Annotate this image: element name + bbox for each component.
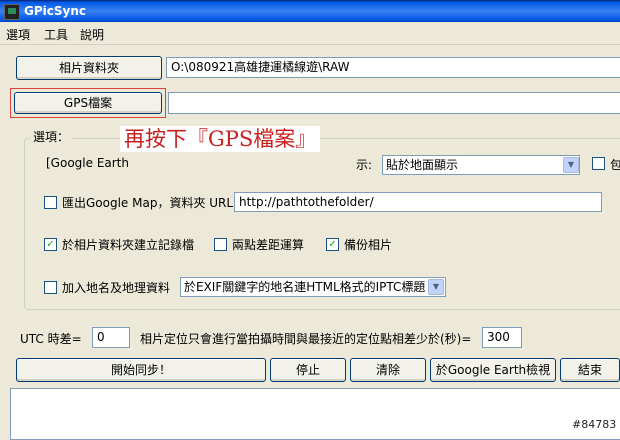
dropdown-arrow-icon[interactable]: ▼: [428, 279, 444, 295]
google-map-checkbox[interactable]: [44, 196, 57, 209]
menu-options[interactable]: 選項: [6, 26, 30, 43]
start-sync-button[interactable]: 開始同步！: [16, 358, 266, 382]
time-diff-input[interactable]: 300: [482, 327, 522, 348]
distance-calc-checkbox[interactable]: [214, 238, 227, 251]
clear-button[interactable]: 清除: [350, 358, 426, 382]
annotation-text: 再按下『GPS檔案』: [120, 126, 321, 152]
display-mode-dropdown[interactable]: 貼於地面顯示: [382, 155, 580, 175]
extra-checkbox-label: 包: [610, 158, 620, 172]
display-label: 示:: [356, 158, 373, 172]
google-map-url-input[interactable]: http://pathtothefolder/: [234, 192, 602, 212]
view-google-earth-button[interactable]: 於Google Earth檢視: [430, 358, 556, 382]
extra-checkbox[interactable]: [592, 157, 605, 170]
distance-calc-label: 兩點差距運算: [232, 238, 305, 252]
title-bar: GPicSync: [0, 0, 620, 22]
highlight-box: [10, 88, 166, 118]
utc-offset-input[interactable]: 0: [92, 327, 130, 348]
photo-folder-button[interactable]: 相片資料夾: [16, 56, 162, 80]
google-earth-label: [Google Earth: [46, 156, 129, 170]
google-map-label: 匯出Google Map，資料夾 URL=: [62, 196, 244, 210]
geonames-dropdown-value: 於EXIF關鍵字的地名連HTML格式的IPTC標題: [184, 280, 426, 294]
exit-button[interactable]: 結束: [560, 358, 620, 382]
stop-button[interactable]: 停止: [270, 358, 346, 382]
geonames-label: 加入地名及地理資料: [62, 281, 171, 295]
geonames-dropdown[interactable]: 於EXIF關鍵字的地名連HTML格式的IPTC標題: [180, 277, 446, 297]
utc-label: UTC 時差=: [20, 332, 82, 346]
options-label: 選項：: [30, 128, 73, 145]
dropdown-arrow-icon[interactable]: ▼: [563, 157, 579, 173]
app-icon: [4, 4, 20, 20]
create-log-checkbox[interactable]: ✓: [44, 238, 57, 251]
backup-checkbox[interactable]: ✓: [326, 238, 339, 251]
display-mode-value: 貼於地面顯示: [386, 158, 459, 172]
menu-help[interactable]: 說明: [80, 26, 104, 43]
watermark: #84783: [572, 418, 617, 431]
gps-file-path[interactable]: [168, 92, 620, 114]
menu-tools[interactable]: 工具: [44, 26, 68, 43]
time-diff-label: 相片定位只會進行當拍攝時間與最接近的定位點相差少於(秒)=: [140, 332, 472, 346]
menu-bar: 選項 工具 說明: [0, 22, 620, 45]
photo-folder-path[interactable]: O:\080921高雄捷運橘線遊\RAW: [166, 57, 620, 78]
window-title: GPicSync: [24, 4, 86, 18]
log-output[interactable]: [10, 388, 620, 440]
geonames-checkbox[interactable]: [44, 281, 57, 294]
create-log-label: 於相片資料夾建立記錄檔: [62, 238, 195, 252]
backup-label: 備份相片: [344, 238, 393, 252]
